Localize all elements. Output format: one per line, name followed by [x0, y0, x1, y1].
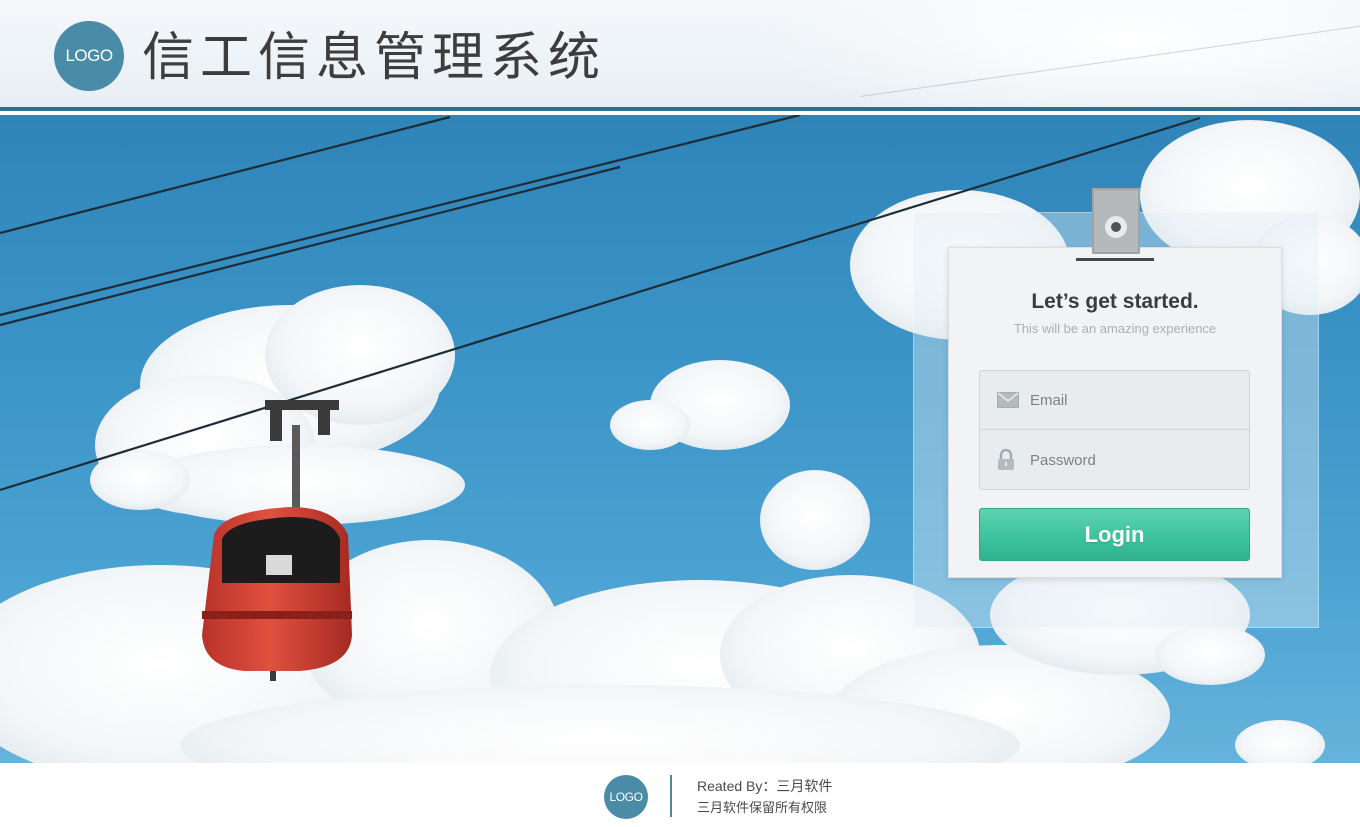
- login-title: Let’s get started.: [1031, 290, 1199, 313]
- header-sky-wash: [760, 0, 1360, 107]
- login-fields: [979, 370, 1250, 490]
- app-title: 信工信息管理系统: [142, 28, 607, 88]
- header-logo[interactable]: LOGO: [54, 21, 124, 91]
- page-footer: LOGO Reated By：三月软件 三月软件保留所有权限: [0, 763, 1360, 827]
- login-subtitle: This will be an amazing experience: [1013, 321, 1217, 336]
- email-row: [980, 371, 1249, 430]
- footer-copyright: 三月软件保留所有权限: [697, 801, 828, 816]
- password-input[interactable]: [1030, 430, 1240, 489]
- cloud-middle: [610, 360, 870, 570]
- login-button[interactable]: Login: [979, 508, 1250, 561]
- footer-logo: LOGO: [604, 775, 648, 819]
- page-header: LOGO 信工信息管理系统: [0, 0, 1360, 111]
- email-input[interactable]: [1030, 371, 1240, 429]
- clip-icon: [1076, 188, 1154, 261]
- envelope-icon: [997, 392, 1019, 408]
- lock-icon: [998, 449, 1014, 470]
- password-row: [980, 430, 1249, 489]
- footer-credit: Reated By：三月软件: [697, 778, 833, 794]
- footer-divider: [670, 775, 672, 817]
